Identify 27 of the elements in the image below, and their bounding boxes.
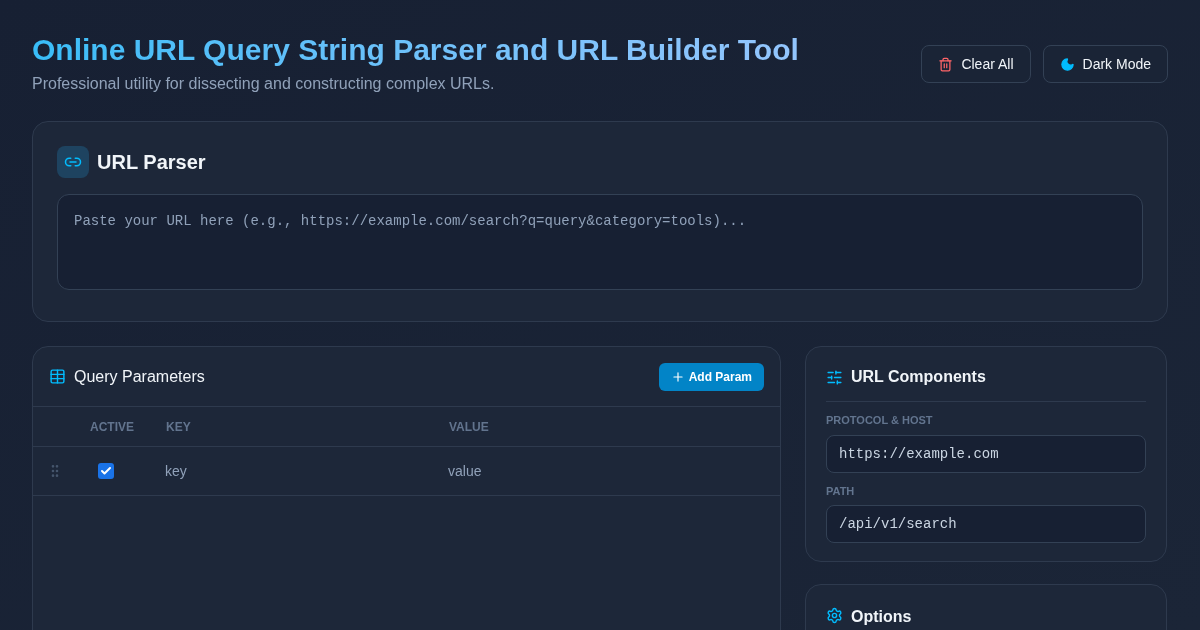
card-title: URL Components [851, 367, 986, 387]
moon-icon [1059, 56, 1075, 72]
settings-icon [826, 607, 843, 624]
table-icon [49, 368, 66, 385]
card-title: Query Parameters [74, 366, 205, 387]
plus-icon [670, 369, 685, 384]
card-title: URL Parser [97, 150, 206, 175]
link-icon [57, 146, 89, 178]
clear-all-button[interactable]: Clear All [921, 45, 1031, 83]
card-title: Options [851, 607, 912, 627]
component-field[interactable]: /api/v1/search [826, 505, 1146, 543]
url-input-field[interactable]: Paste your URL here (e.g., https://example.com/search?q=query&category=tools)... [57, 194, 1143, 290]
column-header: KEY [166, 418, 192, 436]
checkmark-icon [100, 465, 112, 477]
component-field[interactable]: https://example.com [826, 434, 1146, 473]
active-checkbox[interactable] [98, 463, 114, 479]
trash-icon [938, 56, 954, 72]
field-label: PROTOCOL & HOST [826, 413, 934, 428]
add-param-button[interactable]: Add Param [658, 362, 764, 391]
column-header: VALUE [449, 418, 489, 436]
field-label: PATH [826, 483, 856, 499]
page-subtitle: Professional utility for dissecting and constructing complex URLs. [32, 74, 496, 94]
theme-button[interactable]: Dark Mode [1042, 45, 1168, 83]
key-field[interactable]: key [165, 460, 440, 482]
sliders-icon [826, 368, 843, 386]
column-header: ACTIVE [90, 418, 135, 436]
value-field[interactable]: value [448, 460, 698, 482]
